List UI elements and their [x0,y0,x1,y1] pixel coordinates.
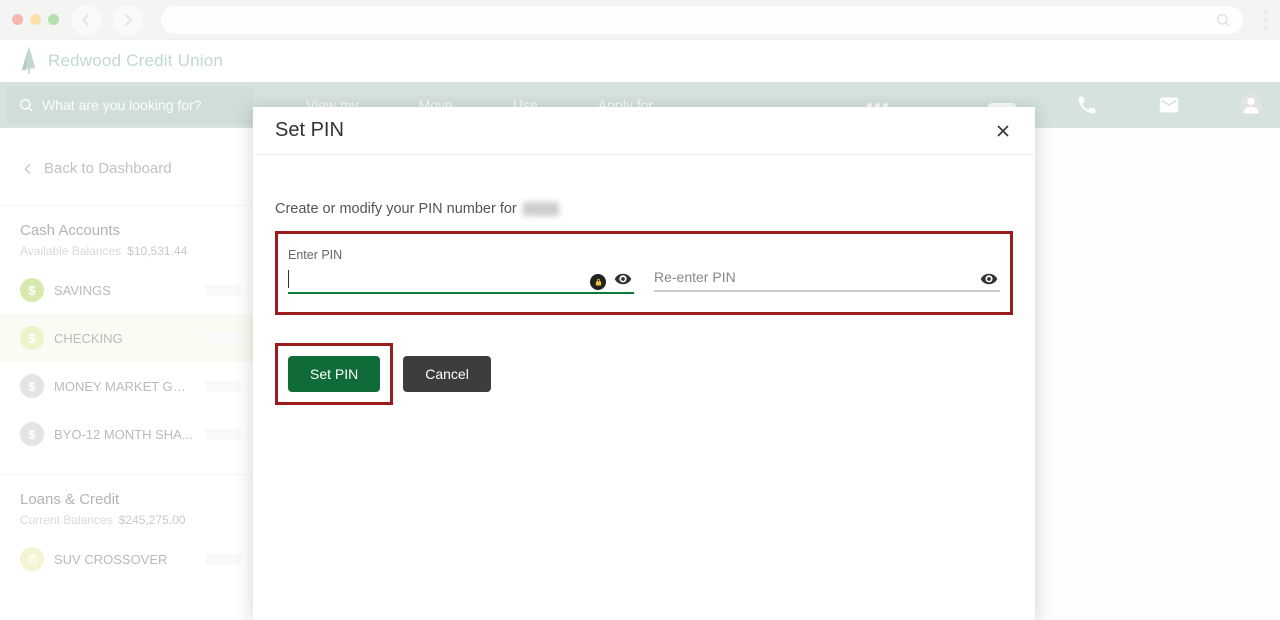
browser-menu-icon[interactable] [1263,9,1268,30]
user-avatar[interactable] [1240,94,1262,116]
close-window-icon[interactable] [12,14,23,25]
section-subtitle: Available Balances [20,244,121,258]
dollar-icon: $ [20,374,44,398]
reenter-pin-field[interactable] [654,248,1000,294]
dollar-icon: $ [20,422,44,446]
account-byo-share[interactable]: $ BYO-12 MONTH SHA... [0,410,261,458]
bank-icon [20,547,44,571]
section-title: Cash Accounts [20,222,241,239]
arrow-left-icon [20,161,36,177]
show-password-icon[interactable] [980,270,998,288]
section-cash-accounts: Cash Accounts Available Balances $10,531… [0,205,261,266]
minimize-window-icon[interactable] [30,14,41,25]
close-icon[interactable] [993,121,1013,141]
section-loans: Loans & Credit Current Balances $245,275… [0,474,261,535]
brand-logo[interactable]: Redwood Credit Union [18,46,223,76]
account-reference-redacted [523,202,559,216]
brand-bar: Redwood Credit Union [0,40,1280,82]
section-subtitle: Current Balances [20,513,113,527]
reenter-pin-input[interactable] [654,264,1000,292]
modal-title: Set PIN [275,119,344,142]
mail-icon[interactable] [1158,94,1180,116]
account-money-market[interactable]: $ MONEY MARKET GRO... [0,362,261,410]
balance-placeholder [205,285,241,296]
back-label: Back to Dashboard [44,160,172,177]
pin-fields-highlight: Enter PIN [275,231,1013,315]
phone-icon[interactable] [1076,94,1098,116]
back-button[interactable] [71,5,101,35]
account-suv[interactable]: SUV CROSSOVER [0,535,261,583]
enter-pin-field[interactable]: Enter PIN [288,248,634,294]
account-savings[interactable]: $ SAVINGS [0,266,261,314]
forward-button[interactable] [113,5,143,35]
text-cursor [288,270,289,288]
search-icon [18,97,34,113]
balance-placeholder [205,554,241,565]
section-balance: $10,531.44 [127,244,187,258]
address-bar[interactable] [161,6,1243,34]
browser-chrome [0,0,1280,40]
balance-placeholder [205,429,241,440]
balance-placeholder [205,381,241,392]
brand-name: Redwood Credit Union [48,51,223,71]
balance-placeholder [205,333,241,344]
cancel-button[interactable]: Cancel [403,356,491,392]
dollar-icon: $ [20,326,44,350]
maximize-window-icon[interactable] [48,14,59,25]
search-input[interactable] [42,97,242,113]
tree-icon [18,46,40,76]
enter-pin-input[interactable] [288,266,634,294]
set-pin-button-highlight: Set PIN [275,343,393,405]
show-password-icon[interactable] [614,270,632,288]
back-to-dashboard[interactable]: Back to Dashboard [0,148,261,189]
section-title: Loans & Credit [20,491,241,508]
section-balance: $245,275.00 [119,513,186,527]
set-pin-button[interactable]: Set PIN [288,356,380,392]
account-checking[interactable]: $ CHECKING [0,314,261,362]
search-icon [1215,12,1231,28]
account-sidebar: Back to Dashboard Cash Accounts Availabl… [0,128,262,620]
site-search[interactable] [6,86,254,124]
lock-icon [590,274,606,290]
enter-pin-label: Enter PIN [288,248,634,262]
modal-description: Create or modify your PIN number for [275,201,517,217]
window-controls [12,14,59,25]
dollar-icon: $ [20,278,44,302]
set-pin-modal: Set PIN Create or modify your PIN number… [253,107,1035,620]
